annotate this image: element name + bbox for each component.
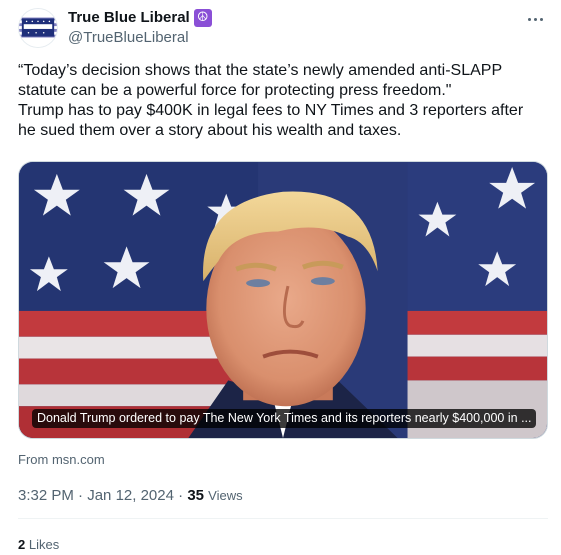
author-info: True Blue Liberal ☮ @TrueBlueLiberal xyxy=(68,9,212,48)
likes-count: 2 xyxy=(18,537,26,552)
tweet-text: “Today’s decision shows that the state’s… xyxy=(18,62,524,139)
tweet-date[interactable]: Jan 12, 2024 xyxy=(87,487,174,504)
source-link[interactable]: From msn.com xyxy=(18,451,105,468)
tweet-time[interactable]: 3:32 PM xyxy=(18,487,74,504)
meta-separator: · xyxy=(173,487,188,504)
meta-separator: · xyxy=(73,487,88,504)
more-dot-icon xyxy=(527,17,531,21)
likes-label: Likes xyxy=(28,537,60,552)
more-dot-icon xyxy=(539,17,543,21)
peace-icon: ☮ xyxy=(193,9,212,27)
author-display-name[interactable]: True Blue Liberal xyxy=(68,9,190,27)
author-handle[interactable]: @TrueBlueLiberal xyxy=(68,28,212,48)
media-caption: Donald Trump ordered to pay The New York… xyxy=(32,409,537,428)
views-label: Views xyxy=(208,488,243,503)
views-count: 35 xyxy=(187,487,204,504)
avatar-flag-image xyxy=(19,9,57,47)
tweet-meta: 3:32 PM · Jan 12, 2024 · 35 Views xyxy=(18,486,243,506)
more-options-button[interactable] xyxy=(521,8,549,30)
avatar[interactable] xyxy=(18,8,58,48)
divider xyxy=(18,518,548,519)
tweet-card: True Blue Liberal ☮ @TrueBlueLiberal “To… xyxy=(0,0,561,555)
more-dot-icon xyxy=(533,17,537,21)
likes-link[interactable]: 2 Likes xyxy=(18,536,59,553)
media-card[interactable]: Donald Trump ordered to pay The New York… xyxy=(18,161,548,439)
news-photo xyxy=(19,162,547,438)
author-name-row: True Blue Liberal ☮ xyxy=(68,9,212,27)
